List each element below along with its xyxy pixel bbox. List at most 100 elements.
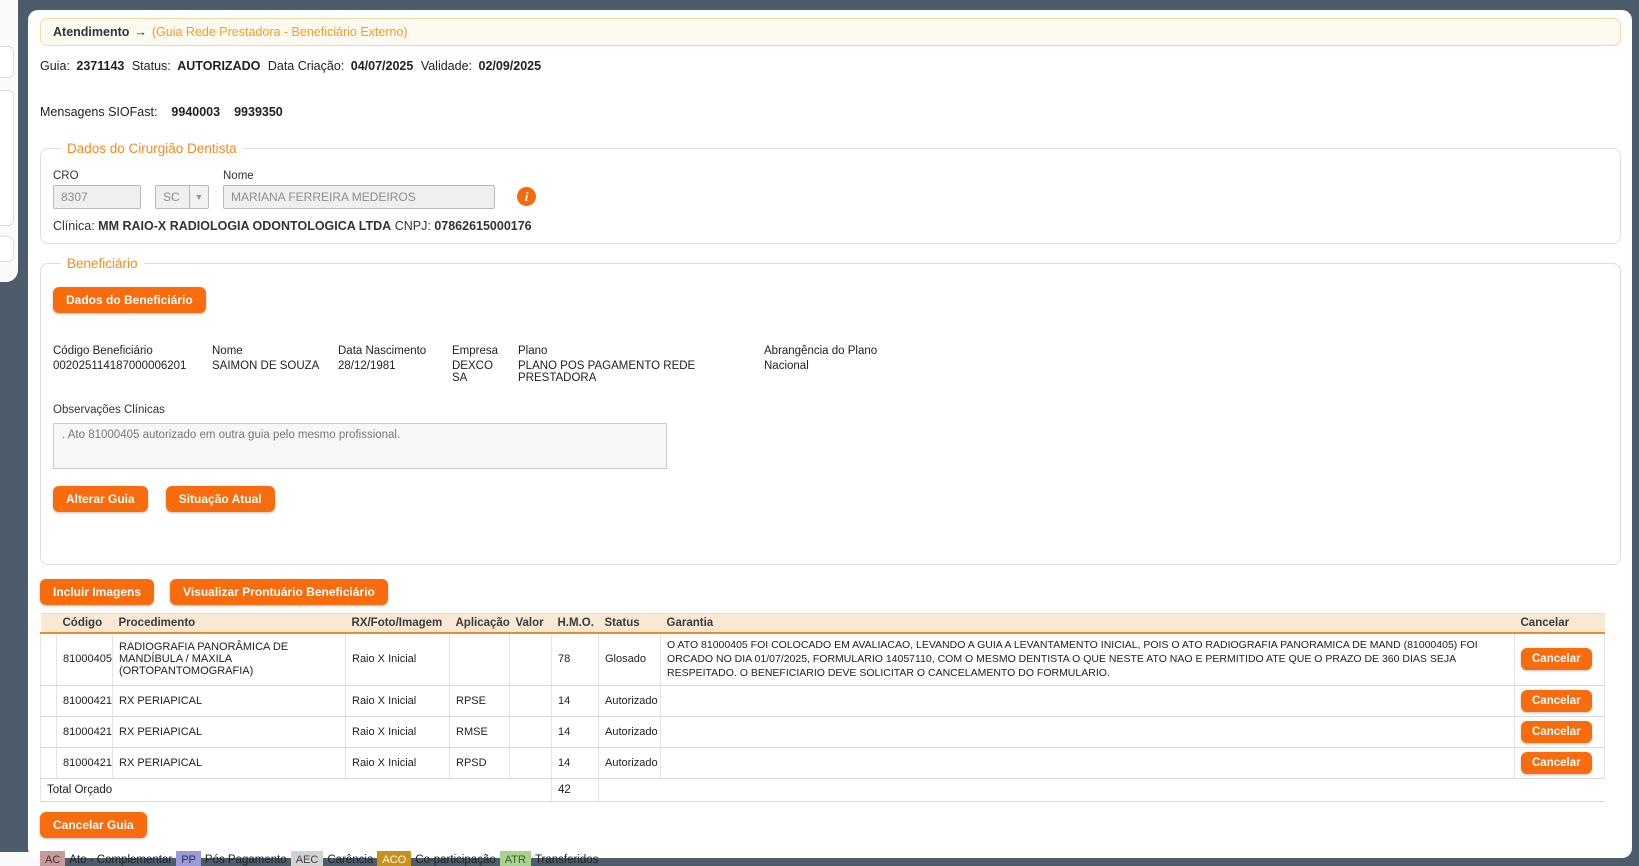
beneficiario-fieldset: Beneficiário Dados do Beneficiário Códig… bbox=[40, 256, 1621, 565]
table-row: 81000421RX PERIAPICALRaio X InicialRPSD1… bbox=[41, 747, 1605, 778]
breadcrumb-arrow-icon: → bbox=[134, 25, 147, 39]
cancel-row-button[interactable]: Cancelar bbox=[1521, 752, 1592, 774]
status-cell: Autorizado bbox=[599, 716, 661, 747]
aplicacao-cell bbox=[450, 633, 510, 685]
total-row: Total Orçado 42 bbox=[41, 778, 1605, 801]
column-header: RX/Foto/Imagem bbox=[346, 614, 450, 634]
table-header-row: CódigoProcedimentoRX/Foto/ImagemAplicaçã… bbox=[41, 614, 1605, 634]
procedimento-cell: RX PERIAPICAL bbox=[113, 685, 346, 716]
background-box bbox=[0, 46, 14, 78]
hmo-cell: 78 bbox=[552, 633, 599, 685]
column-header: Valor bbox=[510, 614, 552, 634]
field-value: 28/12/1981 bbox=[338, 360, 438, 372]
valor-cell bbox=[510, 747, 552, 778]
validade-value: 02/09/2025 bbox=[479, 59, 542, 73]
column-header: Cancelar bbox=[1515, 614, 1605, 634]
beneficiario-field: EmpresaDEXCO SA bbox=[452, 345, 504, 384]
valor-cell bbox=[510, 633, 552, 685]
guia-modal-panel: Atendimento → (Guia Rede Prestadora - Be… bbox=[28, 10, 1632, 858]
data-criacao-label: Data Criação: bbox=[268, 59, 344, 73]
status-cell: Autorizado bbox=[599, 685, 661, 716]
garantia-cell bbox=[661, 685, 1515, 716]
codigo-cell: 81000405 bbox=[57, 633, 113, 685]
alterar-guia-button[interactable]: Alterar Guia bbox=[53, 486, 148, 512]
legend-label: Co-participação bbox=[415, 854, 496, 866]
legend-badge: ATR bbox=[500, 851, 531, 866]
status-value: AUTORIZADO bbox=[177, 59, 260, 73]
row-spacer bbox=[41, 633, 57, 685]
mensagem-link-1[interactable]: 9940003 bbox=[171, 105, 220, 119]
mensagem-link-2[interactable]: 9939350 bbox=[234, 105, 283, 119]
column-header: Código bbox=[57, 614, 113, 634]
guia-info-line: Guia: 2371143 Status: AUTORIZADO Data Cr… bbox=[40, 59, 1621, 73]
legend-item: PPPós Pagamento bbox=[176, 851, 287, 866]
column-header: Status bbox=[599, 614, 661, 634]
cro-input[interactable]: 8307 bbox=[53, 185, 141, 209]
uf-select-value: SC bbox=[155, 185, 189, 209]
beneficiario-field: NomeSAIMON DE SOUZA bbox=[212, 345, 324, 384]
column-header bbox=[41, 614, 57, 634]
situacao-atual-button[interactable]: Situação Atual bbox=[166, 486, 275, 512]
legend-badge: PP bbox=[176, 851, 201, 866]
cancel-cell: Cancelar bbox=[1515, 685, 1605, 716]
guia-number: 2371143 bbox=[76, 59, 124, 73]
cancelar-guia-button[interactable]: Cancelar Guia bbox=[40, 812, 147, 838]
field-label: Data Nascimento bbox=[338, 345, 438, 357]
codigo-cell: 81000421 bbox=[57, 685, 113, 716]
legend-badge: ACO bbox=[377, 851, 411, 866]
hmo-cell: 14 bbox=[552, 747, 599, 778]
background-box bbox=[0, 236, 14, 262]
cancel-row-button[interactable]: Cancelar bbox=[1521, 690, 1592, 712]
incluir-imagens-button[interactable]: Incluir Imagens bbox=[40, 579, 154, 605]
dentista-fieldset: Dados do Cirurgião Dentista CRO 8307 SC … bbox=[40, 141, 1621, 244]
legend-badge: AEC bbox=[291, 851, 324, 866]
cnpj-label: CNPJ: bbox=[395, 219, 431, 233]
beneficiario-field: Abrangência do PlanoNacional bbox=[764, 345, 894, 384]
clinica-value: MM RAIO-X RADIOLOGIA ODONTOLOGICA LTDA bbox=[98, 219, 391, 233]
info-icon[interactable]: i bbox=[517, 187, 536, 206]
field-value: 002025114187000006201 bbox=[53, 360, 198, 372]
legend-label: Ato - Complementar bbox=[69, 854, 172, 866]
hmo-cell: 14 bbox=[552, 685, 599, 716]
procedimento-cell: RX PERIAPICAL bbox=[113, 716, 346, 747]
rx-cell: Raio X Inicial bbox=[346, 747, 450, 778]
row-spacer bbox=[41, 747, 57, 778]
legend-label: Carência bbox=[327, 854, 373, 866]
legend-item: ACAto - Complementar bbox=[40, 851, 172, 866]
legend-label: Transferidos bbox=[535, 854, 599, 866]
beneficiario-field: PlanoPLANO POS PAGAMENTO REDE PRESTADORA bbox=[518, 345, 750, 384]
observacoes-textarea[interactable]: . Ato 81000405 autorizado em outra guia … bbox=[53, 423, 667, 469]
column-header: Aplicação bbox=[450, 614, 510, 634]
field-value: PLANO POS PAGAMENTO REDE PRESTADORA bbox=[518, 360, 750, 384]
aplicacao-cell: RPSE bbox=[450, 685, 510, 716]
cancel-row-button[interactable]: Cancelar bbox=[1521, 648, 1592, 670]
mensagens-label: Mensagens SIOFast: bbox=[40, 105, 157, 119]
uf-select[interactable]: SC ▼ bbox=[155, 185, 209, 209]
nome-input[interactable]: MARIANA FERREIRA MEDEIROS bbox=[223, 185, 495, 209]
background-page-edge bbox=[0, 0, 18, 282]
garantia-cell: O ATO 81000405 FOI COLOCADO EM AVALIACAO… bbox=[661, 633, 1515, 685]
total-hmo-value: 42 bbox=[552, 778, 599, 801]
observacoes-label: Observações Clínicas bbox=[53, 404, 1608, 416]
cnpj-value: 07862615000176 bbox=[434, 219, 531, 233]
status-legend: ACAto - Complementar PPPós Pagamento AECCa… bbox=[40, 851, 1621, 866]
dados-beneficiario-button[interactable]: Dados do Beneficiário bbox=[53, 287, 206, 313]
cancel-cell: Cancelar bbox=[1515, 716, 1605, 747]
aplicacao-cell: RPSD bbox=[450, 747, 510, 778]
clinica-line: Clínica: MM RAIO-X RADIOLOGIA ODONTOLOGI… bbox=[53, 219, 1608, 233]
beneficiario-field: Código Beneficiário002025114187000006201 bbox=[53, 345, 198, 384]
cancel-row-button[interactable]: Cancelar bbox=[1521, 721, 1592, 743]
chevron-down-icon[interactable]: ▼ bbox=[189, 185, 209, 209]
field-label: Abrangência do Plano bbox=[764, 345, 894, 357]
background-box bbox=[0, 90, 14, 226]
clinica-label: Clínica: bbox=[53, 219, 95, 233]
legend-item: ATR Transferidos bbox=[500, 851, 599, 866]
breadcrumb-section: Atendimento bbox=[53, 25, 129, 39]
breadcrumb-page: (Guia Rede Prestadora - Beneficiário Ext… bbox=[152, 25, 408, 39]
nome-label: Nome bbox=[223, 170, 495, 182]
mensagens-siofast: Mensagens SIOFast: 9940003 9939350 bbox=[40, 105, 1621, 119]
garantia-cell bbox=[661, 747, 1515, 778]
data-criacao-value: 04/07/2025 bbox=[351, 59, 414, 73]
visualizar-prontuario-button[interactable]: Visualizar Prontuário Beneficiário bbox=[170, 579, 388, 605]
validade-label: Validade: bbox=[421, 59, 472, 73]
